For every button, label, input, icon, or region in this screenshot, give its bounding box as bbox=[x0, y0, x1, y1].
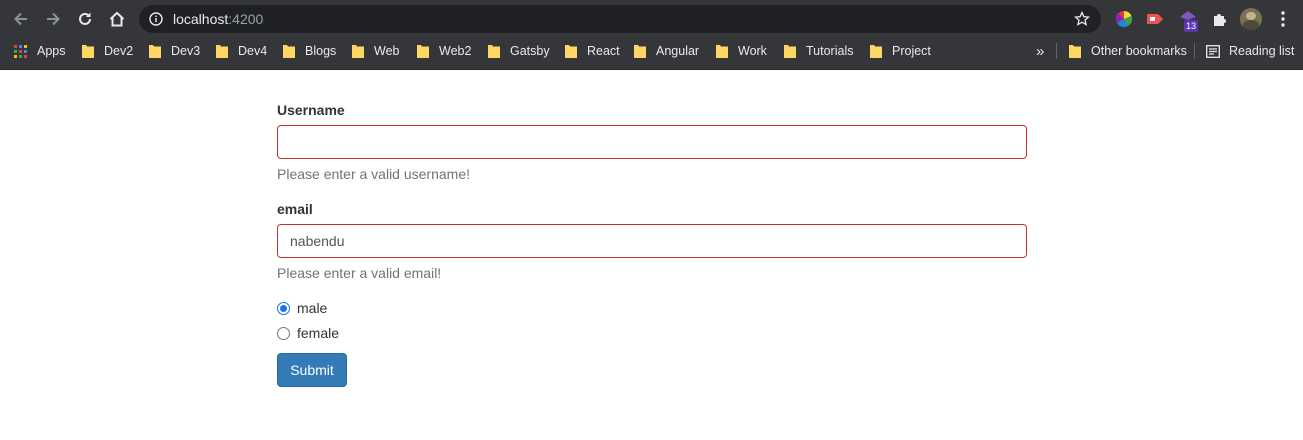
bookmark-label: Blogs bbox=[305, 44, 337, 58]
profile-avatar[interactable] bbox=[1240, 8, 1262, 30]
bookmarks-divider bbox=[1194, 43, 1195, 59]
bookmark-apps[interactable]: Apps bbox=[14, 38, 66, 64]
folder-icon bbox=[634, 45, 646, 58]
reading-list-label: Reading list bbox=[1229, 44, 1295, 58]
reload-icon bbox=[79, 12, 91, 25]
folder-icon bbox=[870, 45, 882, 58]
bookmark-star-icon[interactable] bbox=[1074, 11, 1090, 27]
bookmark-folder-blogs[interactable]: Blogs bbox=[283, 38, 336, 64]
apps-grid-icon bbox=[14, 44, 27, 58]
video-extension-icon[interactable] bbox=[1145, 9, 1165, 29]
folder-icon bbox=[716, 45, 728, 58]
bookmark-label: Gatsby bbox=[510, 44, 550, 58]
folder-icon bbox=[82, 45, 94, 58]
folder-icon bbox=[417, 45, 429, 58]
username-label: Username bbox=[277, 102, 345, 118]
bookmark-label: Apps bbox=[37, 44, 66, 58]
bookmarks-divider bbox=[1056, 43, 1057, 59]
menu-kebab-icon[interactable] bbox=[1273, 9, 1293, 29]
radio-label: male bbox=[297, 300, 328, 316]
username-error-text: Please enter a valid username! bbox=[277, 166, 470, 182]
url-text: localhost:4200 bbox=[173, 5, 263, 33]
bookmark-folder-web2[interactable]: Web2 bbox=[417, 38, 471, 64]
bookmark-label: Web bbox=[374, 44, 400, 58]
bookmark-label: Dev4 bbox=[238, 44, 268, 58]
bookmark-label: Work bbox=[738, 44, 767, 58]
username-input[interactable] bbox=[277, 125, 1027, 159]
bookmark-label: Web2 bbox=[439, 44, 472, 58]
folder-icon bbox=[1069, 45, 1081, 58]
home-button[interactable] bbox=[105, 7, 129, 31]
folder-icon bbox=[216, 45, 228, 58]
folder-icon bbox=[352, 45, 364, 58]
color-picker-extension-icon[interactable] bbox=[1114, 9, 1134, 29]
bookmark-label: Tutorials bbox=[806, 44, 854, 58]
radio-button-unchecked[interactable] bbox=[277, 326, 290, 340]
folder-icon bbox=[784, 45, 796, 58]
bookmark-label: Angular bbox=[656, 44, 700, 58]
bookmark-folder-angular[interactable]: Angular bbox=[634, 38, 699, 64]
bookmark-label: Other bookmarks bbox=[1091, 44, 1187, 58]
bookmark-label: Dev2 bbox=[104, 44, 134, 58]
extension-badge: 13 bbox=[1184, 20, 1199, 32]
info-icon bbox=[149, 12, 163, 26]
folder-icon bbox=[283, 45, 295, 58]
bookmark-folder-web[interactable]: Web bbox=[352, 38, 399, 64]
url-port: :4200 bbox=[228, 11, 264, 27]
folder-icon bbox=[488, 45, 500, 58]
bookmark-folder-dev4[interactable]: Dev4 bbox=[216, 38, 267, 64]
bookmark-folder-work[interactable]: Work bbox=[716, 38, 767, 64]
forward-button[interactable] bbox=[41, 7, 65, 31]
reload-button[interactable] bbox=[73, 7, 97, 31]
email-input[interactable] bbox=[277, 224, 1027, 258]
back-button[interactable] bbox=[9, 7, 33, 31]
bookmark-folder-dev2[interactable]: Dev2 bbox=[82, 38, 133, 64]
bookmark-folder-tutorials[interactable]: Tutorials bbox=[784, 38, 853, 64]
email-label: email bbox=[277, 201, 313, 217]
redux-extension-button[interactable]: 13 bbox=[1177, 8, 1201, 32]
chevron-double-right-icon: » bbox=[1036, 42, 1045, 60]
bookmark-label: Dev3 bbox=[171, 44, 201, 58]
gender-option-male[interactable]: male bbox=[277, 299, 327, 317]
bookmark-folder-react[interactable]: React bbox=[565, 38, 620, 64]
bookmark-label: React bbox=[587, 44, 620, 58]
bookmark-folder-gatsby[interactable]: Gatsby bbox=[488, 38, 550, 64]
bookmark-folder-other[interactable]: Other bookmarks bbox=[1069, 38, 1187, 64]
puzzle-extensions-icon[interactable] bbox=[1210, 9, 1230, 29]
arrow-left-icon bbox=[14, 12, 27, 26]
address-bar[interactable]: localhost:4200 bbox=[139, 5, 1101, 33]
gender-option-female[interactable]: female bbox=[277, 324, 339, 342]
bookmark-folder-project[interactable]: Project bbox=[870, 38, 931, 64]
url-host: localhost bbox=[173, 11, 229, 27]
arrow-right-icon bbox=[47, 12, 60, 26]
radio-label: female bbox=[297, 325, 340, 341]
bookmark-label: Project bbox=[892, 44, 931, 58]
submit-button[interactable]: Submit bbox=[277, 353, 347, 387]
reading-list-icon bbox=[1206, 44, 1220, 58]
bookmark-folder-dev3[interactable]: Dev3 bbox=[149, 38, 200, 64]
reading-list-button[interactable]: Reading list bbox=[1206, 38, 1294, 64]
folder-icon bbox=[565, 45, 577, 58]
bookmarks-bar: Apps Dev2 Dev3 Dev4 Blogs Web Web2 Gatsb… bbox=[0, 38, 1303, 70]
folder-icon bbox=[149, 45, 161, 58]
home-icon bbox=[109, 11, 125, 27]
radio-button-checked[interactable] bbox=[277, 301, 290, 315]
bookmarks-overflow-button[interactable]: » bbox=[1036, 38, 1044, 64]
email-error-text: Please enter a valid email! bbox=[277, 265, 442, 281]
browser-toolbar: localhost:4200 13 bbox=[0, 0, 1303, 38]
